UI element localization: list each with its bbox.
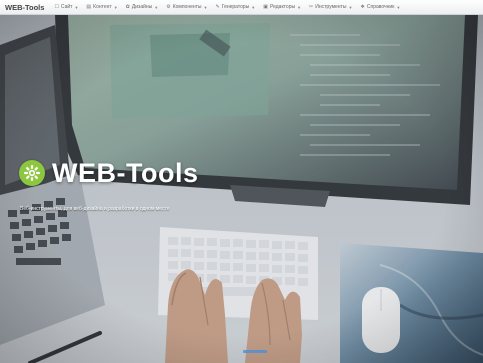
nav-menu-reference[interactable]: ❖ Справочник ▼ (356, 0, 404, 15)
widgets-icon: ⚙ (166, 4, 171, 10)
nav-menu-editors[interactable]: ▣ Редакторы ▼ (259, 0, 305, 15)
nav-label: Генераторы (221, 4, 250, 10)
nav-label: Сайт (60, 4, 73, 10)
chevron-down-icon: ▼ (396, 4, 401, 10)
chevron-down-icon: ▼ (348, 4, 353, 10)
nav-menu-designs[interactable]: ✿ Дизайны ▼ (122, 0, 163, 15)
nav-menu-site[interactable]: ☐ Сайт ▼ (50, 0, 82, 15)
generators-icon: ✎ (215, 4, 220, 10)
nav-label: Компоненты (172, 4, 202, 10)
chevron-down-icon: ▼ (154, 4, 159, 10)
nav-label: Инструменты (315, 4, 347, 10)
web-icon: ☐ (54, 4, 59, 10)
nav-label: Справочник (366, 4, 395, 10)
hero-title: WEB-Tools (52, 158, 199, 188)
nav-label: Редакторы (269, 4, 296, 10)
nav-menu-generators[interactable]: ✎ Генераторы ▼ (212, 0, 260, 15)
tools-icon: ✂ (309, 4, 314, 10)
chevron-down-icon: ▼ (297, 4, 302, 10)
top-navbar: WEB-Tools ☐ Сайт ▼ ▤ Контент ▼ ✿ Дизайны… (0, 0, 483, 15)
hero-section: WEB-Tools Веб-инструменты, для веб-дизай… (0, 15, 483, 363)
chevron-down-icon: ▼ (113, 4, 118, 10)
nav-menu-tools[interactable]: ✂ Инструменты ▼ (305, 0, 356, 15)
chevron-down-icon: ▼ (251, 4, 256, 10)
reference-icon: ❖ (360, 4, 365, 10)
brand-link[interactable]: WEB-Tools (0, 3, 50, 12)
editors-icon: ▣ (263, 4, 268, 10)
hero-subtitle: Веб-инструменты, для веб-дизайна и разра… (20, 206, 170, 212)
content-icon: ▤ (86, 4, 92, 10)
gear-icon (19, 160, 45, 186)
chevron-down-icon: ▼ (203, 4, 208, 10)
nav-menu-content[interactable]: ▤ Контент ▼ (82, 0, 121, 15)
gear-icon (24, 165, 40, 181)
nav-label: Дизайны (131, 4, 153, 10)
scroll-down-indicator[interactable] (243, 350, 267, 353)
nav-label: Контент (93, 4, 112, 10)
design-icon: ✿ (125, 4, 130, 10)
chevron-down-icon: ▼ (74, 4, 79, 10)
hero-overlay (0, 15, 483, 363)
nav-menu-components[interactable]: ⚙ Компоненты ▼ (162, 0, 211, 15)
